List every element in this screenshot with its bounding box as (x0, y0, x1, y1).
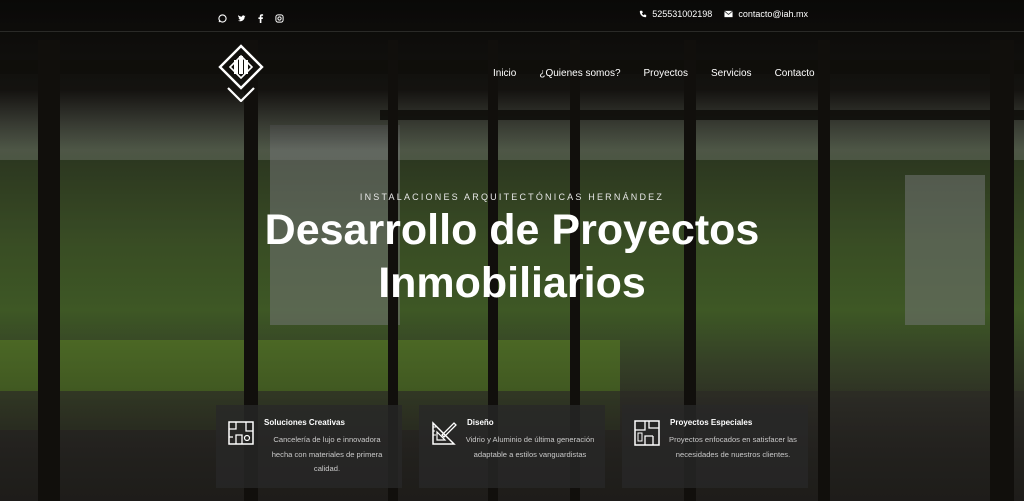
feature-description: Vidrio y Aluminio de última generación a… (465, 435, 595, 459)
nav-inicio[interactable]: Inicio (493, 68, 516, 79)
feature-description: Proyectos enfocados en satisfacer las ne… (669, 435, 797, 459)
hero-section: 525531002198 contacto@iah.mx Inicio ¿Qui… (0, 0, 1024, 501)
feature-description: Cancelería de lujo e innovadora hecha co… (271, 435, 383, 473)
nav-proyectos[interactable]: Proyectos (644, 68, 688, 79)
facebook-icon[interactable] (256, 10, 265, 23)
instagram-icon[interactable] (275, 10, 284, 23)
phone-icon (640, 10, 647, 18)
top-bar: 525531002198 contacto@iah.mx (0, 0, 1024, 32)
social-links (218, 10, 284, 23)
company-logo[interactable] (218, 44, 264, 103)
hero-title: Desarrollo de Proyectos Inmobiliarios (0, 204, 1024, 310)
feature-cards: Soluciones Creativas Cancelería de lujo … (216, 405, 808, 488)
feature-card-proyectos-especiales: Proyectos Especiales Proyectos enfocados… (622, 405, 808, 488)
email-address: contacto@iah.mx (738, 9, 808, 19)
feature-title: Soluciones Creativas (264, 418, 345, 427)
feature-title: Proyectos Especiales (670, 418, 753, 427)
feature-title: Diseño (467, 418, 494, 427)
nav-contacto[interactable]: Contacto (775, 68, 815, 79)
blueprint-icon (227, 419, 255, 447)
hero-eyebrow: INSTALACIONES ARQUITECTÓNICAS HERNÁNDEZ (359, 192, 665, 202)
envelope-icon (724, 10, 734, 18)
nav-servicios[interactable]: Servicios (711, 68, 752, 79)
feature-card-soluciones: Soluciones Creativas Cancelería de lujo … (216, 405, 402, 488)
hero-title-line-1: Desarrollo de Proyectos (264, 206, 760, 254)
hero-title-line-2: Inmobiliarios (378, 259, 646, 307)
floor-plan-icon (633, 419, 661, 447)
whatsapp-icon[interactable] (218, 10, 227, 23)
phone-link[interactable]: 525531002198 (639, 9, 712, 19)
email-link[interactable]: contacto@iah.mx (724, 9, 808, 19)
twitter-icon[interactable] (237, 10, 246, 22)
phone-number: 525531002198 (652, 9, 713, 19)
feature-card-diseno: Diseño Vidrio y Aluminio de última gener… (419, 405, 605, 488)
contact-info: 525531002198 contacto@iah.mx (639, 9, 808, 19)
main-nav: Inicio ¿Quienes somos? Proyectos Servici… (493, 68, 815, 79)
drafting-tools-icon (430, 419, 458, 447)
nav-quienes-somos[interactable]: ¿Quienes somos? (539, 68, 620, 79)
